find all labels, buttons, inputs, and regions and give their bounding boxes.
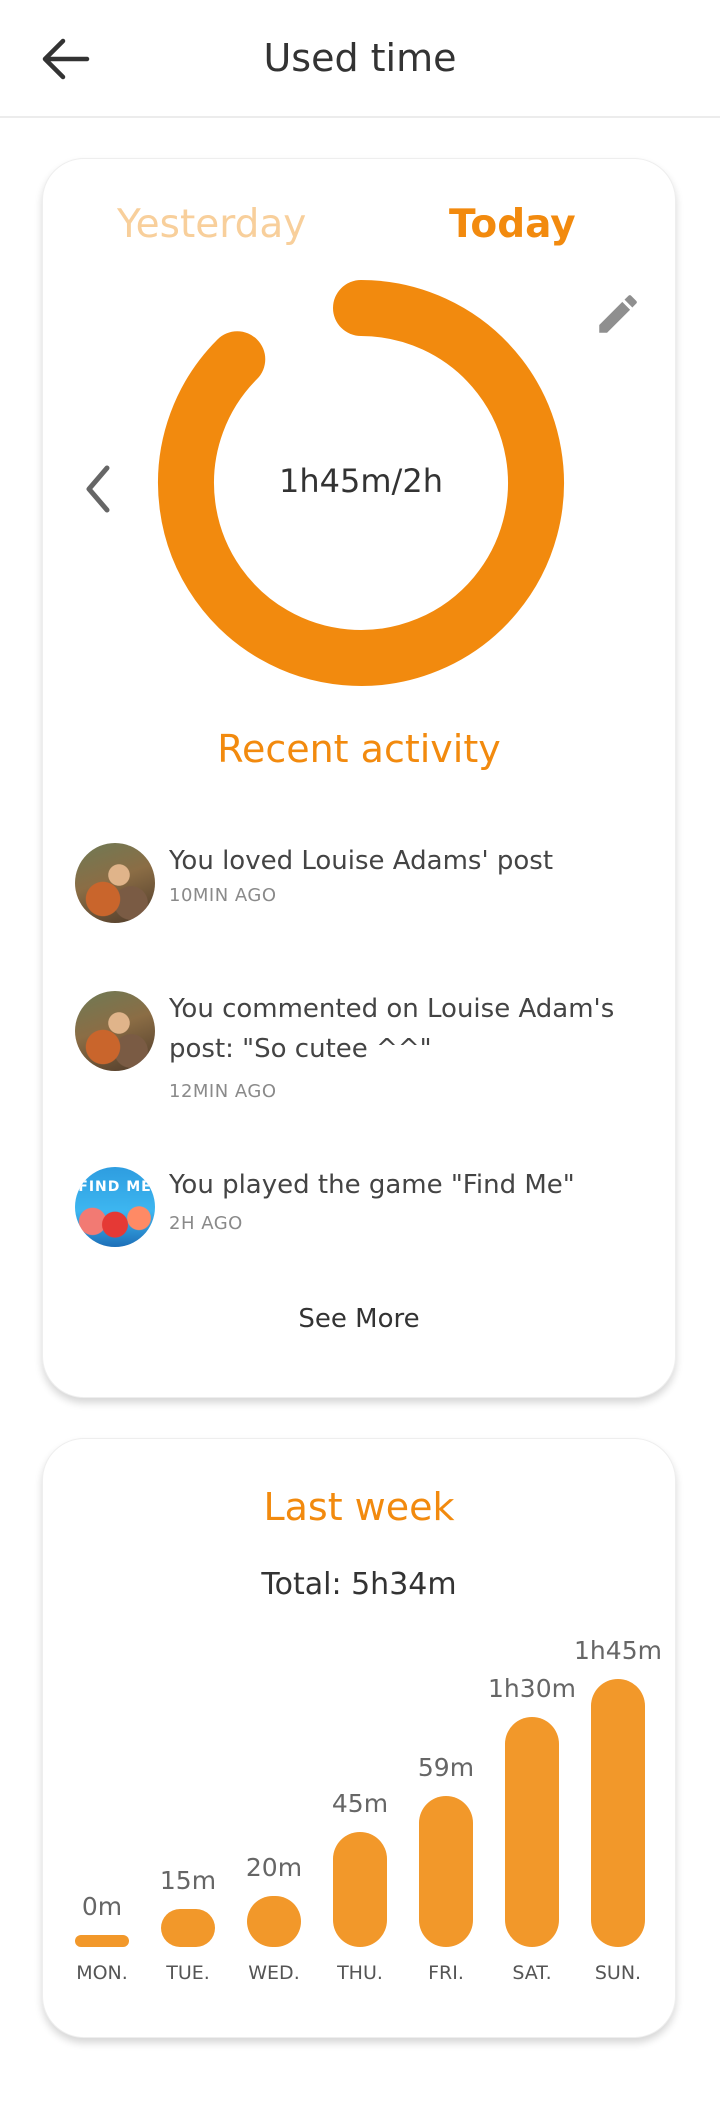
bar-wed bbox=[247, 1896, 301, 1947]
avatar bbox=[75, 991, 155, 1071]
activity-time: 2H AGO bbox=[169, 1213, 243, 1234]
bar-value-label: 0m bbox=[81, 1892, 123, 1921]
bar-day-label: THU. bbox=[337, 1962, 383, 1984]
bar-value-label: 20m bbox=[245, 1853, 303, 1882]
activity-time: 12MIN AGO bbox=[169, 1081, 277, 1102]
bar-sat bbox=[505, 1717, 559, 1947]
bar-day-label: WED. bbox=[248, 1962, 300, 1984]
bar-tue bbox=[161, 1909, 215, 1947]
bar-day-label: TUE. bbox=[166, 1962, 210, 1984]
activity-text: You played the game "Find Me" bbox=[169, 1170, 575, 1200]
last-week-card: Last week Total: 5h34m 0m MON. 15m TUE. 20m W… bbox=[42, 1438, 676, 2038]
bar-value-label: 1h45m bbox=[574, 1636, 662, 1665]
bar-value-label: 15m bbox=[159, 1866, 217, 1895]
chevron-left-icon bbox=[86, 465, 110, 513]
bar-day-label: SUN. bbox=[594, 1962, 642, 1984]
weekly-bar-chart: 0m MON. 15m TUE. 20m WED. 45m THU. 59m FRI. 1h30m S… bbox=[43, 1439, 677, 2039]
edit-limit-button[interactable] bbox=[583, 279, 653, 349]
recent-activity-title: Recent activity bbox=[217, 727, 501, 771]
previous-day-button[interactable] bbox=[63, 449, 133, 529]
tab-today[interactable]: Today bbox=[449, 199, 576, 251]
bar-thu bbox=[333, 1832, 387, 1947]
bar-sun bbox=[591, 1679, 645, 1947]
game-thumbnail: FIND ME bbox=[75, 1167, 155, 1247]
bar-day-label: FRI. bbox=[428, 1962, 464, 1984]
page-title: Used time bbox=[263, 36, 457, 80]
bar-day-label: SAT. bbox=[512, 1962, 552, 1984]
bar-value-label: 45m bbox=[331, 1789, 389, 1818]
bar-mon bbox=[75, 1935, 129, 1947]
activity-time: 10MIN AGO bbox=[169, 885, 277, 906]
usage-progress-label: 1h45m/2h bbox=[279, 462, 443, 500]
bar-value-label: 1h30m bbox=[488, 1674, 576, 1703]
tab-yesterday[interactable]: Yesterday bbox=[117, 199, 306, 251]
pencil-icon bbox=[599, 295, 637, 333]
bar-value-label: 59m bbox=[417, 1753, 475, 1782]
game-logo-text: FIND ME bbox=[78, 1179, 152, 1195]
app-header: Used time bbox=[0, 0, 720, 118]
avatar bbox=[75, 843, 155, 923]
see-more-button[interactable]: See More bbox=[43, 1299, 675, 1339]
bar-fri bbox=[419, 1796, 473, 1947]
bar-day-label: MON. bbox=[76, 1962, 128, 1984]
activity-text: You commented on Louise Adam's post: "So… bbox=[169, 994, 615, 1064]
usage-card: Yesterday Today 1h45m/2h Recent activity… bbox=[42, 158, 676, 1398]
activity-text: You loved Louise Adams' post bbox=[169, 846, 554, 876]
